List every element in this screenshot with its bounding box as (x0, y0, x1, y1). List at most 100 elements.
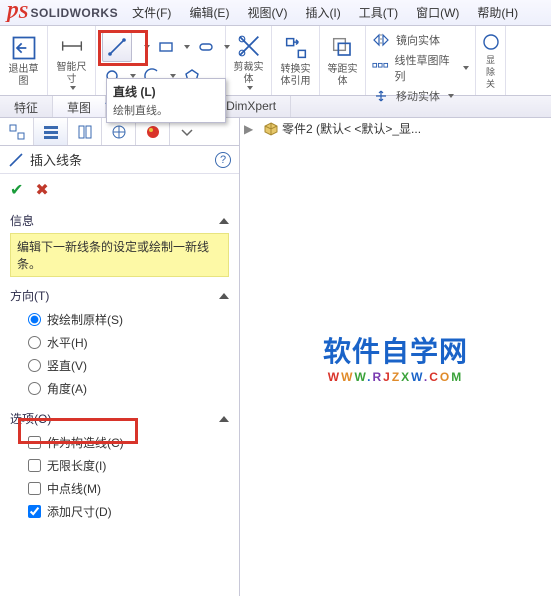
dir-asdrawn-label: 按绘制原样(S) (47, 311, 123, 328)
chevron-up-icon (219, 416, 229, 422)
chevron-down-icon (70, 86, 76, 90)
tab-feature[interactable]: 特征 (0, 96, 53, 117)
show-label: 显 除 关 (486, 54, 495, 90)
radio-angle[interactable] (28, 382, 41, 395)
radio-vert[interactable] (28, 359, 41, 372)
tree-expand-icon[interactable]: ▶ (244, 122, 253, 136)
info-body: 编辑下一新线条的设定或绘制一新线条。 (10, 233, 229, 277)
ribbon: 退出草 图 智能尺 寸 A (0, 26, 551, 96)
pattern-button[interactable]: 线性草图阵列 (372, 52, 469, 84)
logo-ds-icon: ǷS (6, 2, 28, 23)
watermark: 软件自学网 WWW.RJZXW.COM (323, 330, 468, 384)
menu-view[interactable]: 视图(V) (243, 2, 291, 23)
opt-infinite-label: 无限长度(I) (47, 457, 106, 474)
watermark-url: WWW.RJZXW.COM (323, 370, 468, 384)
rectangle-tool-button[interactable] (156, 37, 176, 57)
dir-asdrawn[interactable]: 按绘制原样(S) (10, 308, 229, 331)
tooltip-title: 直线 (L) (113, 83, 219, 100)
direction-label: 方向(T) (10, 287, 49, 304)
panel-tab-feature[interactable] (0, 118, 34, 145)
offset-button[interactable]: 等距实 体 (320, 26, 366, 95)
panel-header: 插入线条 ? (0, 146, 239, 174)
info-section: 信息 编辑下一新线条的设定或绘制一新线条。 (0, 206, 239, 281)
dim-icon (110, 123, 128, 141)
opt-adddim[interactable]: 添加尺寸(D) (10, 500, 229, 523)
info-header[interactable]: 信息 (10, 212, 229, 229)
slot-icon (198, 39, 214, 55)
move-label: 移动实体 (396, 88, 440, 104)
dir-horiz[interactable]: 水平(H) (10, 331, 229, 354)
checkbox-infinite[interactable] (28, 459, 41, 472)
convert-button[interactable]: 转换实 体引用 (272, 26, 320, 95)
smart-dimension-label: 智能尺 寸 (57, 62, 87, 86)
feature-tree-icon (8, 123, 26, 141)
mirror-button[interactable]: 镜向实体 (372, 32, 440, 48)
show-icon (481, 32, 501, 52)
dir-vert[interactable]: 竖直(V) (10, 354, 229, 377)
menu-help[interactable]: 帮助(H) (473, 2, 522, 23)
move-button[interactable]: 移动实体 (372, 88, 454, 104)
menubar: 文件(F) 编辑(E) 视图(V) 插入(I) 工具(T) 窗口(W) 帮助(H… (128, 2, 522, 23)
main-area: 插入线条 ? ✔ ✖ 信息 编辑下一新线条的设定或绘制一新线条。 方向(T) 按… (0, 118, 551, 596)
part-icon (264, 122, 278, 136)
panel-tab-config[interactable] (68, 118, 102, 145)
watermark-title: 软件自学网 (323, 330, 468, 370)
ok-button[interactable]: ✔ (10, 180, 23, 200)
move-icon (372, 89, 390, 103)
model-tree-root[interactable]: 零件2 (默认< <默认>_显... (264, 120, 421, 137)
slot-tool-button[interactable] (196, 37, 216, 57)
exit-sketch-label: 退出草 图 (9, 64, 39, 88)
annotation-highlight-line (98, 30, 148, 66)
config-icon (76, 123, 94, 141)
menu-edit[interactable]: 编辑(E) (185, 2, 233, 23)
app-logo: ǷS SOLIDWORKS (6, 2, 118, 23)
radio-horiz[interactable] (28, 336, 41, 349)
panel-tab-property[interactable] (34, 118, 68, 145)
mirror-icon (372, 33, 390, 47)
show-relations-button[interactable]: 显 除 关 (476, 26, 506, 95)
checkbox-adddim[interactable] (28, 505, 41, 518)
line-icon (8, 152, 24, 168)
offset-icon (329, 34, 357, 62)
viewport[interactable]: ▶ 零件2 (默认< <默认>_显... 软件自学网 WWW.RJZXW.COM (240, 118, 551, 596)
direction-section: 方向(T) 按绘制原样(S) 水平(H) 竖直(V) 角度(A) (0, 281, 239, 404)
menu-file[interactable]: 文件(F) (128, 2, 175, 23)
exit-sketch-icon (10, 34, 38, 62)
help-icon[interactable]: ? (215, 152, 231, 168)
menu-window[interactable]: 窗口(W) (412, 2, 463, 23)
appearance-icon (144, 123, 162, 141)
smart-dimension-button[interactable]: 智能尺 寸 (48, 26, 96, 95)
offset-label: 等距实 体 (328, 64, 358, 88)
menu-tools[interactable]: 工具(T) (355, 2, 402, 23)
app-name: SOLIDWORKS (30, 6, 118, 20)
opt-adddim-label: 添加尺寸(D) (47, 503, 112, 520)
mirror-label: 镜向实体 (396, 32, 440, 48)
dir-horiz-label: 水平(H) (47, 334, 88, 351)
trim-label: 剪裁实 体 (234, 62, 264, 86)
property-panel: 插入线条 ? ✔ ✖ 信息 编辑下一新线条的设定或绘制一新线条。 方向(T) 按… (0, 118, 240, 596)
chevron-up-icon (219, 218, 229, 224)
opt-infinite[interactable]: 无限长度(I) (10, 454, 229, 477)
checkbox-midpoint[interactable] (28, 482, 41, 495)
smart-dimension-icon (58, 32, 86, 60)
dropdown-arrow-icon (178, 123, 196, 141)
menu-insert[interactable]: 插入(I) (301, 2, 344, 23)
convert-label: 转换实 体引用 (281, 64, 311, 88)
opt-midpoint[interactable]: 中点线(M) (10, 477, 229, 500)
trim-button[interactable]: 剪裁实 体 (226, 26, 272, 95)
cancel-button[interactable]: ✖ (35, 180, 48, 200)
dir-angle[interactable]: 角度(A) (10, 377, 229, 400)
confirm-row: ✔ ✖ (0, 174, 239, 206)
exit-sketch-button[interactable]: 退出草 图 (0, 26, 48, 95)
pattern-icon (372, 61, 389, 75)
dir-angle-label: 角度(A) (47, 380, 87, 397)
tab-sketch[interactable]: 草图 (53, 96, 106, 117)
direction-header[interactable]: 方向(T) (10, 287, 229, 304)
chevron-down-icon[interactable] (184, 45, 190, 49)
chevron-up-icon (219, 293, 229, 299)
pattern-label: 线性草图阵列 (395, 52, 456, 84)
info-label: 信息 (10, 212, 34, 229)
tooltip-desc: 绘制直线。 (113, 102, 219, 118)
radio-asdrawn[interactable] (28, 313, 41, 326)
doc-tabs: 特征 草图 钣金 评估 DimXpert (0, 96, 551, 118)
